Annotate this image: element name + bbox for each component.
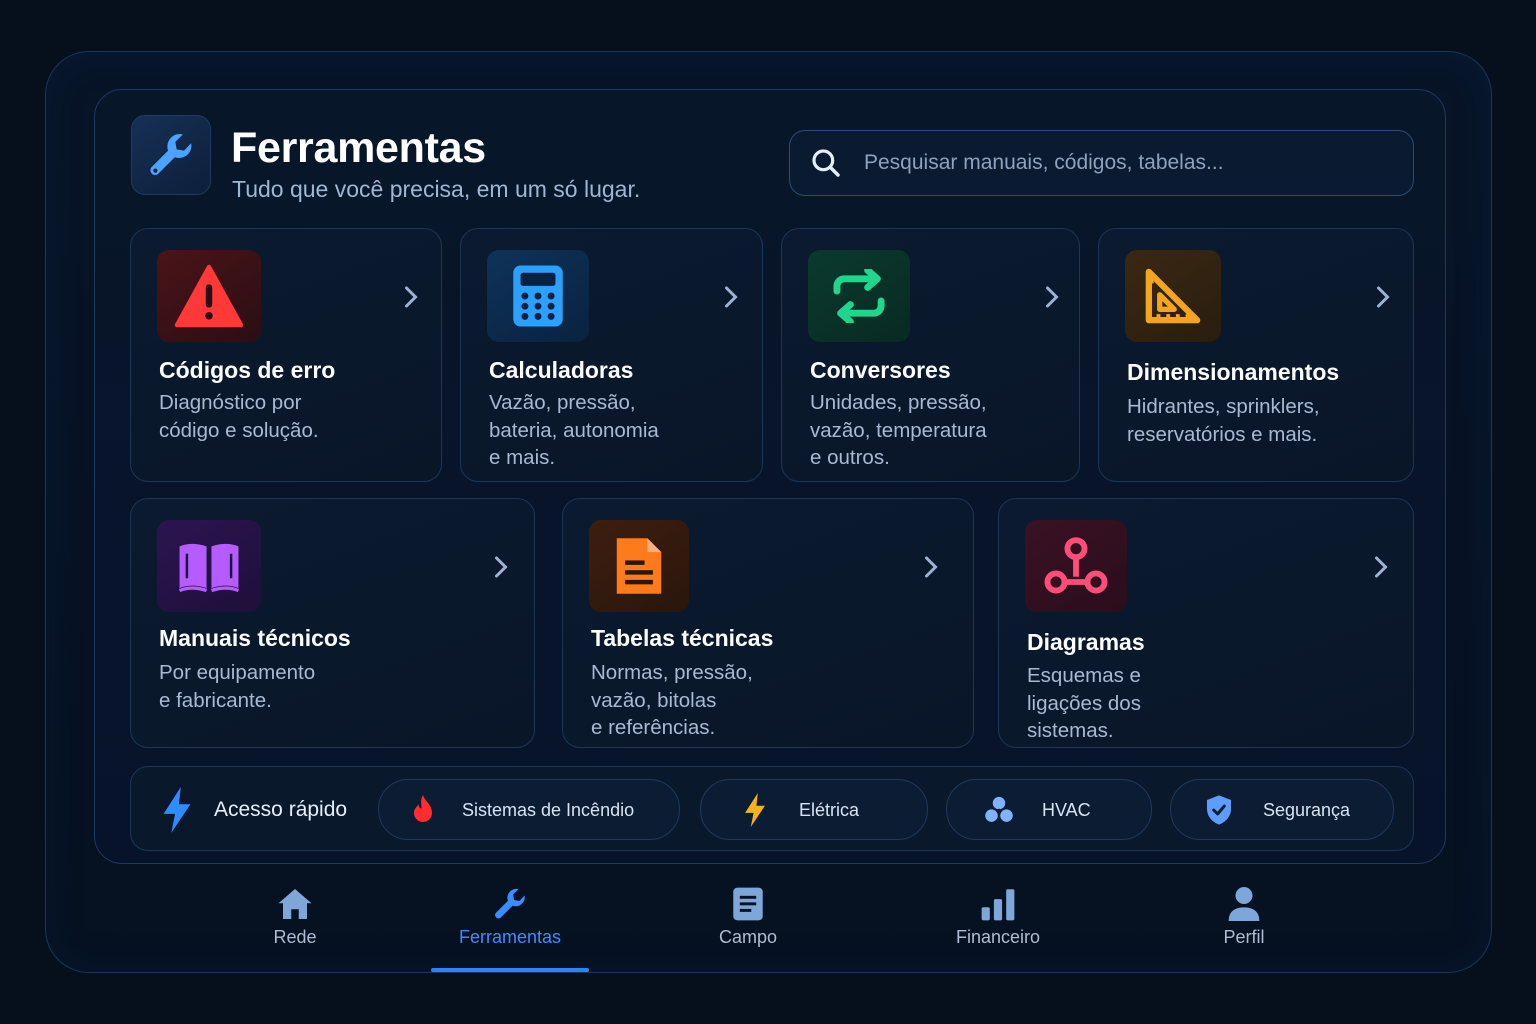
quick-access-bar: Acesso rápido Sistemas de Incêndio Elétr… (130, 766, 1414, 851)
nav-item-ferramentas[interactable]: Ferramentas (430, 885, 590, 948)
bar-chart-icon (918, 885, 1078, 923)
nav-label: Campo (718, 927, 778, 947)
quick-item-seguranca[interactable]: Segurança (1170, 779, 1394, 840)
card-description: Vazão, pressão, bateria, autonomia e mai… (489, 391, 659, 469)
chevron-right-icon (1375, 556, 1388, 578)
chevron-right-icon (1377, 286, 1390, 308)
set-square-icon (1125, 250, 1221, 342)
fire-icon (407, 794, 439, 826)
card-description: Esquemas e ligações dos sistemas. (1027, 664, 1141, 742)
card-title: Conversores (810, 357, 951, 383)
card-title: Códigos de erro (159, 357, 336, 383)
user-icon (1164, 885, 1324, 923)
card-description: Unidades, pressão, vazão, temperatura e … (810, 391, 987, 469)
search-bar[interactable] (789, 130, 1414, 196)
wrench-icon (430, 885, 590, 923)
page-title: Ferramentas (231, 124, 486, 172)
nav-label: Perfil (1223, 927, 1265, 947)
warning-icon (157, 250, 261, 342)
document-icon (589, 520, 689, 612)
calculator-icon (487, 250, 589, 342)
document-icon (668, 885, 828, 923)
card-description: Normas, pressão, vazão, bitolas e referê… (591, 661, 753, 739)
lightning-icon (739, 793, 771, 827)
card-title: Calculadoras (489, 357, 634, 383)
network-icon (1025, 520, 1127, 612)
quick-item-sistemas-de-incendio[interactable]: Sistemas de Incêndio (378, 779, 680, 840)
card-dimensionamentos[interactable]: Dimensionamentos Hidrantes, sprinklers, … (1098, 228, 1414, 482)
quick-item-label: Elétrica (799, 800, 860, 820)
quick-item-label: HVAC (1042, 800, 1091, 820)
card-manuais-tecnicos[interactable]: Manuais técnicos Por equipamento e fabri… (130, 498, 535, 748)
card-title: Manuais técnicos (159, 625, 351, 651)
card-title: Diagramas (1027, 629, 1145, 655)
chevron-right-icon (725, 286, 738, 308)
card-description: Diagnóstico por código e solução. (159, 391, 319, 442)
nav-label: Rede (273, 927, 317, 947)
search-icon (812, 149, 840, 177)
card-description: Por equipamento e fabricante. (159, 661, 316, 712)
chevron-right-icon (405, 286, 418, 308)
header-wrench-icon (131, 115, 211, 195)
card-codigos-de-erro[interactable]: Códigos de erro Diagnóstico por código e… (130, 228, 442, 482)
nav-label: Financeiro (955, 927, 1041, 947)
lightning-icon (163, 787, 191, 833)
fan-icon (983, 794, 1015, 826)
quick-item-eletrica[interactable]: Elétrica (700, 779, 928, 840)
card-calculadoras[interactable]: Calculadoras Vazão, pressão, bateria, au… (460, 228, 763, 482)
nav-item-campo[interactable]: Campo (668, 885, 828, 948)
shield-icon (1203, 794, 1235, 826)
nav-label: Ferramentas (458, 927, 562, 947)
card-diagramas[interactable]: Diagramas Esquemas e ligações dos sistem… (998, 498, 1414, 748)
quick-item-label: Segurança (1263, 800, 1351, 820)
swap-arrows-icon (808, 250, 910, 342)
chevron-right-icon (495, 556, 508, 578)
quick-item-label: Sistemas de Incêndio (462, 800, 635, 820)
chevron-right-icon (925, 556, 938, 578)
nav-item-perfil[interactable]: Perfil (1164, 885, 1324, 948)
card-tabelas-tecnicas[interactable]: Tabelas técnicas Normas, pressão, vazão,… (562, 498, 974, 748)
search-input[interactable] (864, 151, 1384, 175)
nav-item-financeiro[interactable]: Financeiro (918, 885, 1078, 948)
home-icon (215, 885, 375, 923)
card-conversores[interactable]: Conversores Unidades, pressão, vazão, te… (781, 228, 1080, 482)
book-icon (157, 520, 261, 612)
chevron-right-icon (1046, 286, 1059, 308)
card-title: Tabelas técnicas (591, 625, 774, 651)
quick-access-label: Acesso rápido (214, 798, 348, 821)
card-title: Dimensionamentos (1127, 359, 1340, 385)
page-subtitle: Tudo que você precisa, em um só lugar. (232, 176, 641, 202)
active-tab-indicator (431, 968, 589, 972)
nav-item-rede[interactable]: Rede (215, 885, 375, 948)
quick-item-hvac[interactable]: HVAC (946, 779, 1152, 840)
card-description: Hidrantes, sprinklers, reservatórios e m… (1127, 395, 1320, 446)
